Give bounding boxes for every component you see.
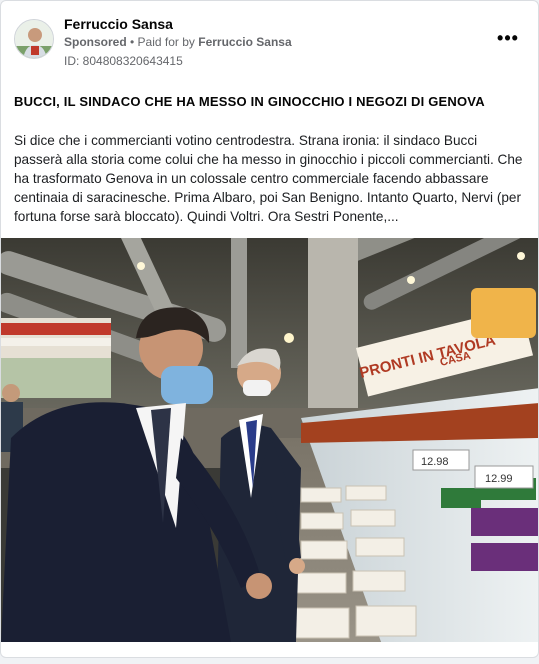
paid-for-prefix: Paid for by: [137, 35, 199, 49]
sponsored-post-card: Ferruccio Sansa Sponsored • Paid for by …: [0, 0, 539, 658]
ad-id: ID: 804808320643415: [64, 54, 183, 68]
paid-for-name[interactable]: Ferruccio Sansa: [198, 35, 291, 49]
post-image[interactable]: PRONTI IN TAVOLA CASA 12.98 12.99: [1, 238, 538, 642]
advertiser-name-link[interactable]: Ferruccio Sansa: [64, 16, 173, 32]
post-body-text: Si dice che i commercianti votino centro…: [14, 133, 523, 224]
price-tag-1: 12.98: [421, 456, 449, 468]
sponsored-meta: Sponsored • Paid for by Ferruccio Sansa: [64, 35, 292, 49]
more-options-button[interactable]: •••: [497, 29, 519, 51]
post-headline: BUCCI, IL SINDACO CHE HA MESSO IN GINOCC…: [14, 94, 485, 109]
sponsored-label[interactable]: Sponsored: [64, 35, 127, 49]
avatar-photo: [15, 20, 53, 58]
advertiser-avatar[interactable]: [14, 19, 54, 59]
supermarket-photo: PRONTI IN TAVOLA CASA 12.98 12.99: [1, 238, 538, 642]
price-tag-2: 12.99: [485, 473, 513, 485]
meta-separator: •: [126, 35, 138, 49]
